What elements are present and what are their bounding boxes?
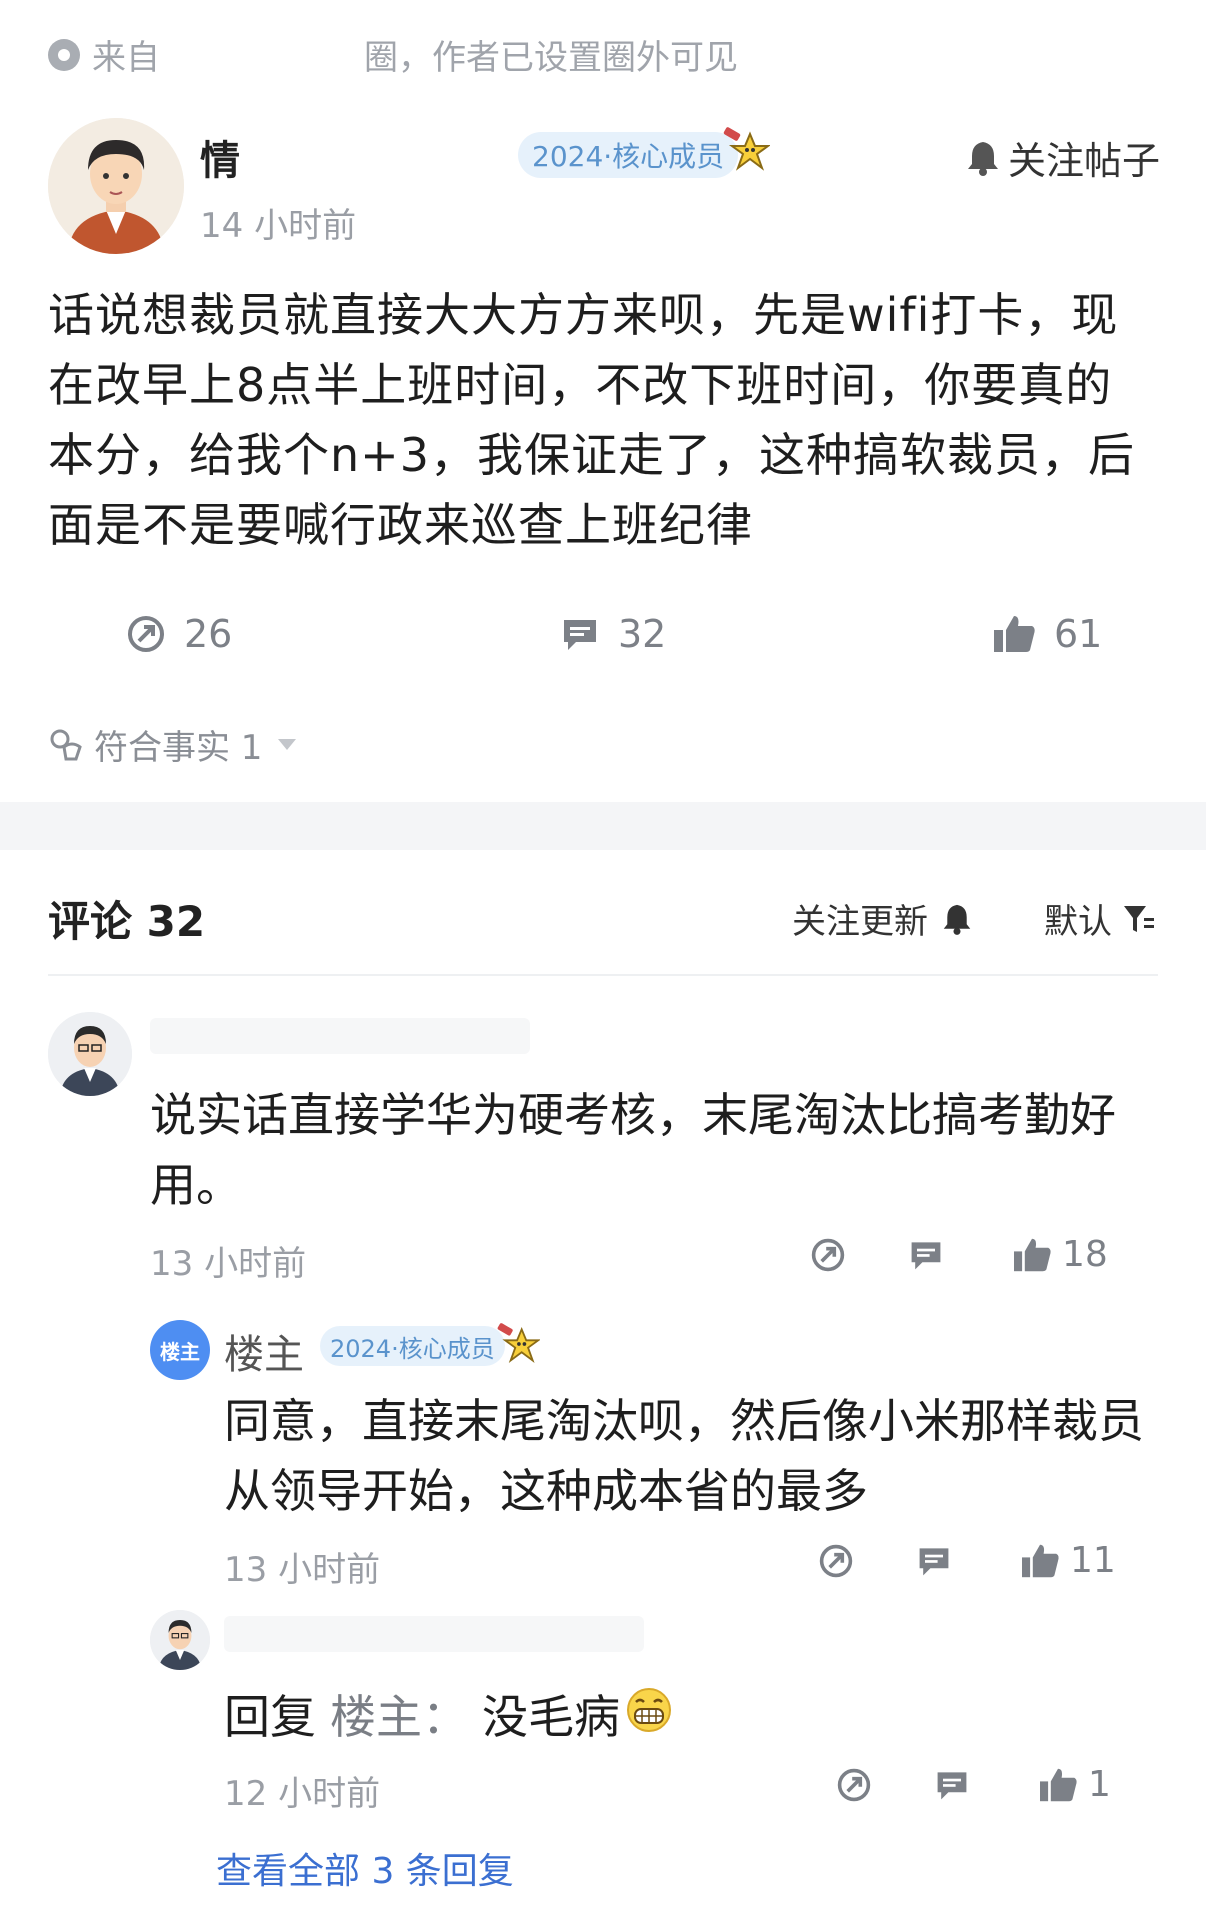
member-badge: 2024·核心成员: [320, 1326, 505, 1366]
follow-update-label: 关注更新: [792, 902, 928, 942]
follow-post-label: 关注帖子: [1008, 139, 1161, 183]
divider: [48, 974, 1158, 976]
sort-button[interactable]: 默认: [1044, 894, 1156, 943]
share-button[interactable]: [818, 1543, 916, 1579]
bell-icon: [943, 904, 971, 935]
share-count: 26: [184, 612, 233, 656]
commenter-avatar[interactable]: [48, 1012, 132, 1096]
author-name[interactable]: 情: [200, 128, 240, 186]
like-count: 61: [1054, 612, 1103, 656]
comments-title: 评论 32: [48, 897, 206, 946]
comment-time: 13 小时前: [150, 1244, 307, 1284]
like-count: 11: [1070, 1540, 1116, 1581]
comment-actions: 18: [810, 1234, 1108, 1275]
fact-reaction[interactable]: 符合事实 1: [48, 720, 297, 769]
dropdown-icon: [278, 739, 297, 750]
thumbs-up-icon: [1040, 1768, 1077, 1801]
like-button[interactable]: 61: [992, 612, 1102, 656]
bell-icon: [968, 141, 998, 176]
section-divider: [0, 802, 1206, 850]
comment-text: 说实话直接学华为硬考核，末尾淘汰比搞考勤好用。: [150, 1088, 1116, 1212]
reply-body: 没毛病: [482, 1690, 620, 1744]
star-badge-icon: [722, 126, 772, 178]
reply-prefix: 回复: [224, 1690, 316, 1744]
like-button[interactable]: 1: [1038, 1764, 1111, 1805]
comment-icon: [937, 1771, 967, 1799]
share-button[interactable]: [836, 1767, 934, 1803]
like-button[interactable]: 11: [1020, 1540, 1116, 1581]
comment-icon: [919, 1547, 949, 1575]
fact-icon: [50, 729, 82, 760]
fact-label: 符合事实 1: [94, 728, 263, 768]
reply-actions: 1: [836, 1764, 1111, 1805]
reply-time: 13 小时前: [224, 1550, 381, 1590]
reply-button[interactable]: [916, 1543, 1020, 1579]
share-icon: [811, 1238, 845, 1271]
comment-count: 32: [618, 612, 667, 656]
like-count: 1: [1088, 1764, 1111, 1805]
reply-button[interactable]: [934, 1767, 1038, 1803]
thumbs-up-icon: [1014, 1238, 1051, 1271]
share-icon: [128, 616, 164, 652]
share-button[interactable]: [810, 1237, 908, 1273]
commenter-name-redacted: [150, 1018, 530, 1054]
reply-to-name[interactable]: 楼主：: [330, 1682, 468, 1752]
star-badge-icon: [496, 1322, 541, 1370]
thumbs-up-icon: [994, 616, 1035, 652]
grin-emoji-icon: [626, 1682, 672, 1752]
sort-label: 默认: [1044, 902, 1112, 942]
follow-update-button[interactable]: 关注更新: [792, 894, 972, 943]
like-button[interactable]: 18: [1012, 1234, 1108, 1275]
reply-text: 回复 楼主： 没毛病: [224, 1682, 672, 1752]
author-avatar[interactable]: [48, 118, 184, 254]
replier-name-redacted: [224, 1616, 644, 1652]
op-avatar[interactable]: 楼主: [150, 1320, 210, 1380]
like-count: 18: [1062, 1234, 1108, 1275]
member-badge: 2024·核心成员: [518, 132, 739, 178]
reply-text: 同意，直接末尾淘汰呗，然后像小米那样裁员从领导开始，这种成本省的最多: [224, 1394, 1144, 1518]
share-icon: [819, 1544, 853, 1577]
source-line: 来自 圈，作者已设置圈外可见: [48, 30, 738, 79]
thumbs-up-icon: [1022, 1544, 1059, 1577]
comment-button[interactable]: 32: [560, 612, 666, 656]
circle-icon: [48, 38, 80, 71]
reply-actions: 11: [818, 1540, 1116, 1581]
reply-time: 12 小时前: [224, 1774, 381, 1814]
share-icon: [837, 1768, 871, 1801]
comment-icon: [564, 620, 596, 650]
replier-avatar[interactable]: [150, 1610, 210, 1670]
comment-icon: [911, 1241, 941, 1269]
follow-post-button[interactable]: 关注帖子: [966, 130, 1160, 185]
reply-author-name[interactable]: 楼主: [224, 1322, 304, 1380]
post-body: 话说想裁员就直接大大方方来呗，先是wifi打卡，现在改早上8点半上班时间，不改下…: [48, 288, 1135, 552]
view-all-replies-link[interactable]: 查看全部 3 条回复: [216, 1842, 514, 1894]
reply-button[interactable]: [908, 1237, 1012, 1273]
filter-icon: [1124, 905, 1154, 932]
share-button[interactable]: 26: [126, 612, 232, 656]
post-time: 14 小时前: [200, 206, 357, 246]
source-text: 来自 圈，作者已设置圈外可见: [92, 38, 738, 78]
